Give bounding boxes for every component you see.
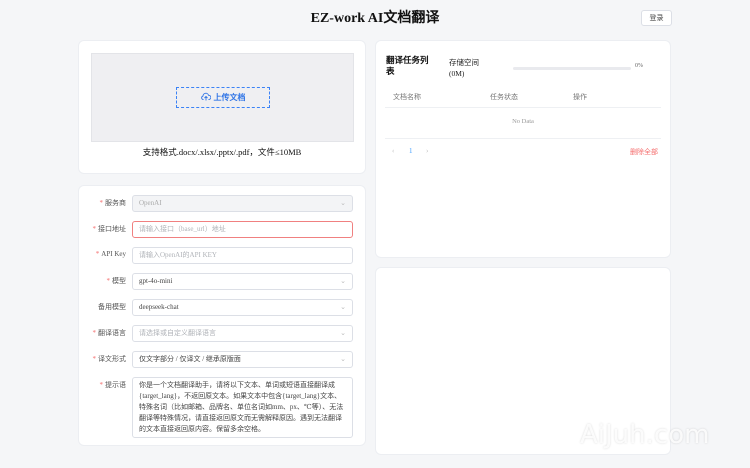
upload-button-label: 上传文档	[214, 92, 246, 103]
page-title: EZ-work AI文档翻译	[0, 7, 750, 27]
base-url-label: 接口地址	[98, 225, 126, 233]
settings-card: *服务商 OpenAI⌄ *接口地址 请输入接口（base_url）地址 *AP…	[78, 185, 366, 446]
api-key-label: API Key	[101, 250, 126, 258]
format-label: 译文形式	[98, 355, 126, 363]
provider-select[interactable]: OpenAI ⌄	[132, 195, 353, 212]
upload-card: 上传文档 支持格式.docx/.xlsx/.pptx/.pdf，文件≤10MB	[78, 40, 366, 174]
upload-caption: 支持格式.docx/.xlsx/.pptx/.pdf，文件≤10MB	[79, 146, 365, 158]
login-button[interactable]: 登录	[641, 10, 672, 26]
chevron-down-icon: ⌄	[340, 352, 346, 367]
format-value: 仅文字部分 / 仅译文 / 继承原版面	[139, 355, 241, 363]
model-select[interactable]: gpt-4o-mini ⌄	[132, 273, 353, 290]
empty-state: No Data	[376, 118, 670, 125]
backup-model-label: 备用模型	[98, 303, 126, 311]
storage-progress-bar	[513, 67, 631, 70]
provider-label: 服务商	[105, 199, 126, 207]
chevron-down-icon: ⌄	[340, 274, 346, 289]
language-placeholder: 请选择或自定义翻译语言	[139, 329, 216, 337]
model-label: 模型	[112, 277, 126, 285]
column-header-name: 文档名称	[393, 92, 421, 102]
language-select[interactable]: 请选择或自定义翻译语言 ⌄	[132, 325, 353, 342]
column-header-actions: 操作	[573, 92, 587, 102]
base-url-row: *接口地址 请输入接口（base_url）地址	[79, 221, 366, 238]
api-key-row: *API Key 请输入OpenAI的API KEY	[79, 247, 366, 264]
storage-label: 存储空间(0M)	[449, 57, 489, 79]
page-1-button[interactable]: 1	[409, 147, 413, 155]
prompt-textarea[interactable]: 你是一个文档翻译助手，请将以下文本、单词或短语直接翻译成{target_lang…	[132, 377, 353, 438]
model-row: *模型 gpt-4o-mini⌄	[79, 273, 366, 290]
upload-dropzone[interactable]: 上传文档	[91, 53, 354, 142]
divider	[385, 107, 661, 108]
base-url-placeholder: 请输入接口（base_url）地址	[139, 225, 226, 233]
divider	[385, 138, 661, 139]
upload-button[interactable]: 上传文档	[176, 87, 270, 108]
format-select[interactable]: 仅文字部分 / 仅译文 / 继承原版面 ⌄	[132, 351, 353, 368]
base-url-input[interactable]: 请输入接口（base_url）地址	[132, 221, 353, 238]
delete-all-button[interactable]: 删除全部	[630, 147, 658, 157]
task-list-title: 翻译任务列表	[386, 56, 431, 78]
cloud-upload-icon	[201, 92, 211, 103]
language-label: 翻译语言	[98, 329, 126, 337]
watermark: AiJuh.com	[580, 420, 709, 450]
chevron-down-icon: ⌄	[340, 196, 346, 211]
next-page-button[interactable]: ›	[426, 147, 428, 155]
backup-model-value: deepseek-chat	[139, 303, 179, 311]
prompt-row: *提示语 你是一个文档翻译助手，请将以下文本、单词或短语直接翻译成{target…	[79, 377, 366, 394]
chevron-down-icon: ⌄	[340, 300, 346, 315]
api-key-placeholder: 请输入OpenAI的API KEY	[139, 251, 217, 259]
prompt-label: 提示语	[105, 381, 126, 389]
backup-model-row: 备用模型 deepseek-chat ⌄	[79, 299, 366, 316]
model-value: gpt-4o-mini	[139, 277, 172, 285]
api-key-input[interactable]: 请输入OpenAI的API KEY	[132, 247, 353, 264]
task-list-card: 翻译任务列表 存储空间(0M) 0% 文档名称 任务状态 操作 No Data …	[375, 40, 671, 258]
backup-model-select[interactable]: deepseek-chat ⌄	[132, 299, 353, 316]
prev-page-button[interactable]: ‹	[392, 147, 394, 155]
provider-row: *服务商 OpenAI⌄	[79, 195, 366, 212]
chevron-down-icon: ⌄	[340, 326, 346, 341]
format-row: *译文形式 仅文字部分 / 仅译文 / 继承原版面⌄	[79, 351, 366, 368]
language-row: *翻译语言 请选择或自定义翻译语言⌄	[79, 325, 366, 342]
column-header-status: 任务状态	[490, 92, 518, 102]
provider-value: OpenAI	[139, 199, 162, 207]
storage-percent: 0%	[635, 63, 643, 69]
